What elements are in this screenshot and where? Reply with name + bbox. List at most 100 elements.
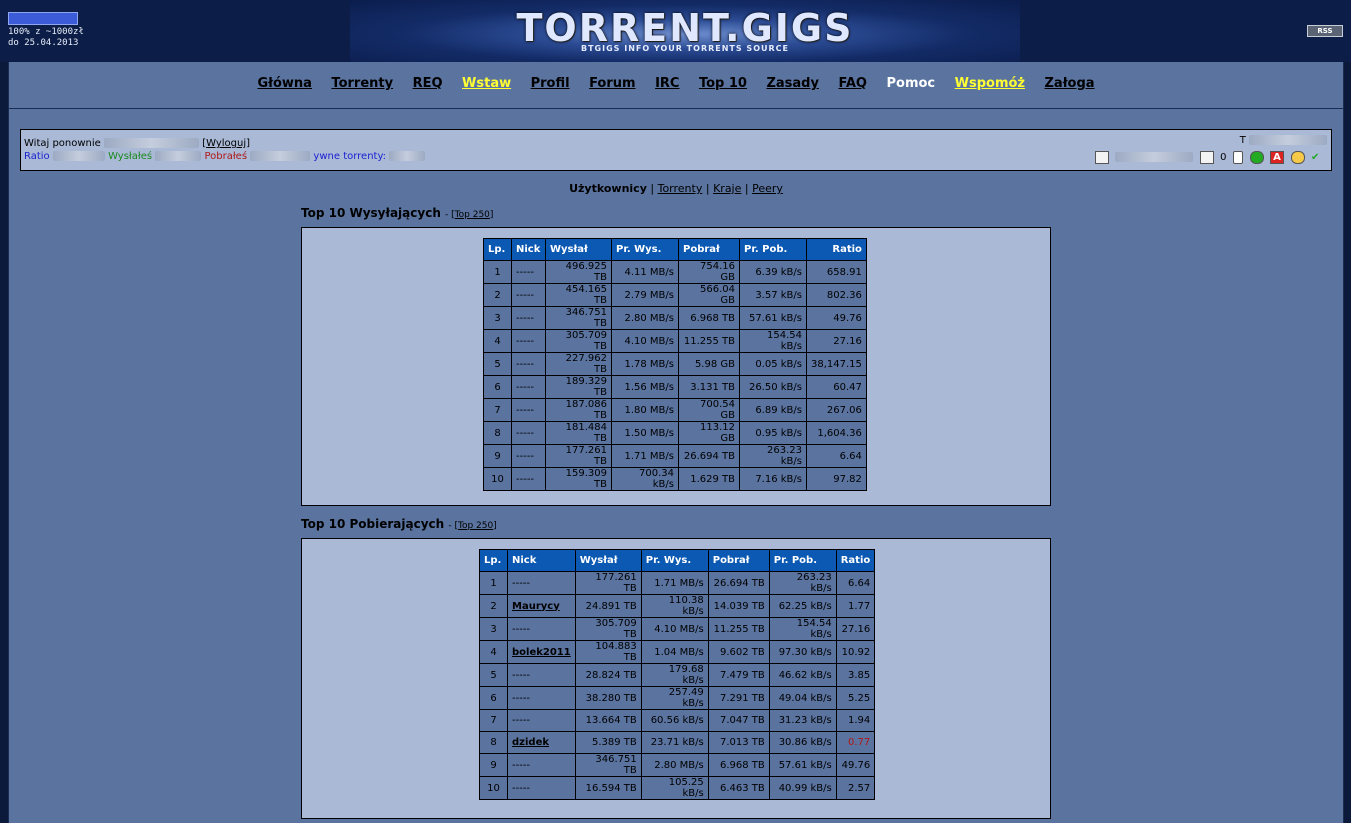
upload-icon[interactable]: [1249, 150, 1264, 164]
table-cell: -----: [507, 753, 576, 777]
table-cell: -----: [507, 776, 576, 800]
active-torrents-label: ywne torrenty:: [313, 151, 387, 162]
nav-glowna[interactable]: Główna: [257, 76, 311, 91]
table-cell: 6.968 TB: [678, 306, 740, 330]
table-cell: 3.85: [835, 663, 876, 687]
envelope-icon[interactable]: [1094, 150, 1109, 164]
nav-zasady[interactable]: Zasady: [766, 76, 819, 91]
donation-deadline: do 25.04.2013: [8, 38, 79, 48]
inbox-icon[interactable]: [1199, 150, 1214, 164]
table-cell: 257.49 kB/s: [640, 686, 709, 710]
table-cell: 6: [479, 686, 508, 710]
subnav-torrents[interactable]: Torrenty: [658, 182, 703, 195]
table-cell: 1.04 MB/s: [640, 640, 709, 664]
checkmark-icon[interactable]: ✔: [1311, 152, 1323, 163]
table-cell: 700.34 kB/s: [611, 467, 679, 491]
table-cell: 62.25 kB/s: [768, 594, 837, 618]
column-header: Lp.: [479, 549, 508, 572]
subnav-countries[interactable]: Kraje: [713, 182, 741, 195]
logout-link[interactable]: Wyloguj: [206, 138, 246, 149]
table-cell: -----: [511, 352, 546, 376]
welcome-line: Witaj ponownie [Wyloguj]: [24, 138, 251, 149]
subnav-users[interactable]: Użytkownicy: [569, 182, 647, 195]
table-cell: 5: [483, 352, 512, 376]
welcome-text: Witaj ponownie: [24, 138, 101, 149]
table-row: 10 ----- 159.309 TB 700.34 kB/s 1.629 TB 7.16…: [483, 467, 867, 491]
table-cell: Maurycy: [507, 594, 576, 618]
table-cell: -----: [511, 444, 546, 468]
table-cell: 5.25: [835, 686, 876, 710]
table-row: 9 ----- 177.261 TB 1.71 MB/s 26.694 TB 263.23…: [483, 444, 867, 468]
site-banner[interactable]: TORRENT.GIGS BTGIGS INFO YOUR TORRENTS S…: [350, 0, 1020, 62]
uploaded-redacted: [155, 151, 202, 161]
admin-icon[interactable]: A: [1270, 150, 1284, 164]
user-link[interactable]: bolek2011: [512, 647, 571, 658]
table-cell: 105.25 kB/s: [640, 776, 709, 800]
table-cell: 1,604.36: [806, 421, 867, 445]
table-cell: 4: [483, 329, 512, 353]
table-row: 2 Maurycy 24.891 TB 110.38 kB/s 14.039 TB 62.…: [479, 594, 876, 618]
table-cell: 7.291 TB: [707, 686, 770, 710]
nav-req[interactable]: REQ: [413, 76, 443, 91]
donation-widget: 100% z ~1000zł do 25.04.2013: [8, 12, 84, 49]
table-row: 3 ----- 346.751 TB 2.80 MB/s 6.968 TB 57.61 k…: [483, 306, 867, 330]
table-cell: 31.23 kB/s: [768, 709, 837, 732]
table-cell: 26.694 TB: [707, 571, 770, 595]
user-link[interactable]: dzidek: [512, 737, 549, 748]
table-cell: 2.80 MB/s: [611, 306, 679, 330]
table-cell: -----: [507, 709, 576, 732]
nav-irc[interactable]: IRC: [655, 76, 679, 91]
table-cell: 159.309 TB: [545, 467, 612, 491]
table-cell: 60.56 kB/s: [640, 709, 709, 732]
user-link[interactable]: Maurycy: [512, 601, 560, 612]
nav-profil[interactable]: Profil: [531, 76, 570, 91]
column-header: Pr. Wys.: [611, 238, 679, 261]
column-header: Nick: [507, 549, 576, 572]
table-row: 2 ----- 454.165 TB 2.79 MB/s 566.04 GB 3.57 k…: [483, 283, 867, 307]
nav-wstaw[interactable]: Wstaw: [462, 76, 511, 91]
nav-zaloga[interactable]: Załoga: [1045, 76, 1095, 91]
table-cell: 154.54 kB/s: [768, 617, 837, 641]
nav-forum[interactable]: Forum: [589, 76, 636, 91]
table-cell: 802.36: [806, 283, 867, 307]
table-cell: 1.80 MB/s: [611, 398, 679, 422]
table-cell: 700.54 GB: [678, 398, 740, 422]
table-cell: 454.165 TB: [545, 283, 612, 307]
lock-icon[interactable]: [1233, 150, 1243, 164]
table-cell: dzidek: [507, 731, 576, 754]
rss-button[interactable]: RSS: [1307, 25, 1343, 37]
nav-wspomoz[interactable]: Wspomóż: [955, 76, 1025, 91]
table-row: 5 ----- 227.962 TB 1.78 MB/s 5.98 GB 0.05 kB/…: [483, 352, 867, 376]
table-cell: 263.23 kB/s: [768, 571, 837, 595]
stats-subnav: Użytkownicy | Torrenty | Kraje | Peery: [569, 182, 783, 195]
top-downloaders-top250-link[interactable]: Top 250: [458, 521, 493, 531]
table-cell: 23.71 kB/s: [640, 731, 709, 754]
table-cell: 6.39 kB/s: [739, 260, 807, 284]
nav-faq[interactable]: FAQ: [838, 76, 867, 91]
downloaded-redacted: [250, 151, 311, 161]
nav-torrenty[interactable]: Torrenty: [331, 76, 393, 91]
inbox-count: 0: [1220, 151, 1227, 163]
table-cell: 1.77: [835, 594, 876, 618]
table-cell: 7.16 kB/s: [739, 467, 807, 491]
top-bar: 100% z ~1000zł do 25.04.2013 TORRENT.GIG…: [0, 0, 1351, 62]
table-cell: 10: [483, 467, 512, 491]
table-row: 7 ----- 187.086 TB 1.80 MB/s 700.54 GB 6.89 k…: [483, 398, 867, 422]
table-cell: -----: [507, 617, 576, 641]
table-cell: 2: [483, 283, 512, 307]
top-uploaders-top250-link[interactable]: Top 250: [455, 210, 490, 220]
table-cell: 7: [479, 709, 508, 732]
nav-pomoc[interactable]: Pomoc: [886, 76, 935, 91]
subnav-peers[interactable]: Peery: [752, 182, 783, 195]
nav-top10[interactable]: Top 10: [699, 76, 747, 91]
table-cell: 3.131 TB: [678, 375, 740, 399]
table-cell: 496.925 TB: [545, 260, 612, 284]
table-cell: -----: [511, 306, 546, 330]
table-cell: 7.013 TB: [707, 731, 770, 754]
table-cell: 2: [479, 594, 508, 618]
clock-icon[interactable]: [1290, 150, 1305, 164]
table-cell: 1: [483, 260, 512, 284]
column-header: Nick: [511, 238, 546, 261]
username-redacted: [104, 138, 200, 148]
table-cell: 346.751 TB: [545, 306, 612, 330]
